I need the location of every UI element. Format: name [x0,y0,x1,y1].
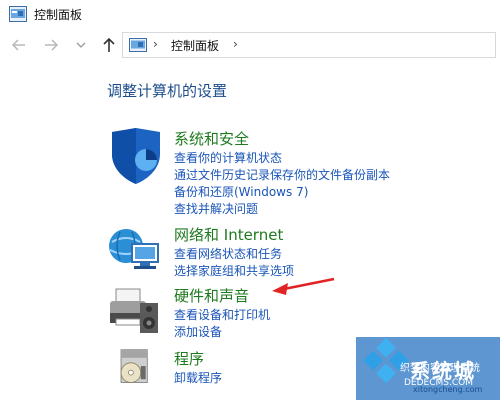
annotation-arrow-icon [272,277,335,295]
category-system-security: 系统和安全 查看你的计算机状态 通过文件历史记录保存你的文件备份副本 备份和还原… [106,128,496,218]
breadcrumb-control-panel[interactable]: 控制面板 [171,37,219,54]
category-title[interactable]: 硬件和声音 [174,285,249,306]
control-panel-small-icon [129,38,147,52]
watermark-domain: xitongcheng.com [413,385,483,394]
category-title[interactable]: 网络和 Internet [174,224,283,245]
title-bar: 控制面板 [0,0,500,28]
arrow-right-icon[interactable] [42,36,60,54]
page-heading: 调整计算机的设置 [107,82,228,100]
shield-icon[interactable] [106,128,164,184]
link-backup-restore[interactable]: 备份和还原(Windows 7) [174,183,308,200]
network-globe-icon[interactable] [106,224,164,280]
navigation-bar: › 控制面板 › [0,28,500,62]
link-network-status[interactable]: 查看网络状态和任务 [174,245,282,262]
watermark-text: 系统城 [410,359,476,383]
link-uninstall-program[interactable]: 卸载程序 [174,369,222,386]
category-title[interactable]: 程序 [174,348,204,369]
link-add-device[interactable]: 添加设备 [174,323,222,340]
arrow-up-icon[interactable] [100,36,118,54]
category-title[interactable]: 系统和安全 [174,128,249,149]
link-file-history[interactable]: 通过文件历史记录保存你的文件备份副本 [174,166,390,183]
programs-disc-icon[interactable] [106,348,164,394]
chevron-down-icon[interactable] [72,36,90,54]
window-title: 控制面板 [34,8,83,22]
breadcrumb-chevron[interactable]: › [233,37,238,51]
category-network-internet: 网络和 Internet 查看网络状态和任务 选择家庭组和共享选项 [106,224,496,278]
link-devices-printers[interactable]: 查看设备和打印机 [174,306,270,323]
link-view-computer-status[interactable]: 查看你的计算机状态 [174,149,282,166]
breadcrumb-separator: › [153,37,158,51]
printer-speaker-icon[interactable] [106,285,164,341]
control-panel-icon [9,6,27,22]
arrow-left-icon[interactable] [10,36,28,54]
link-troubleshoot[interactable]: 查找并解决问题 [174,200,258,217]
address-bar[interactable]: › 控制面板 › [122,32,496,58]
